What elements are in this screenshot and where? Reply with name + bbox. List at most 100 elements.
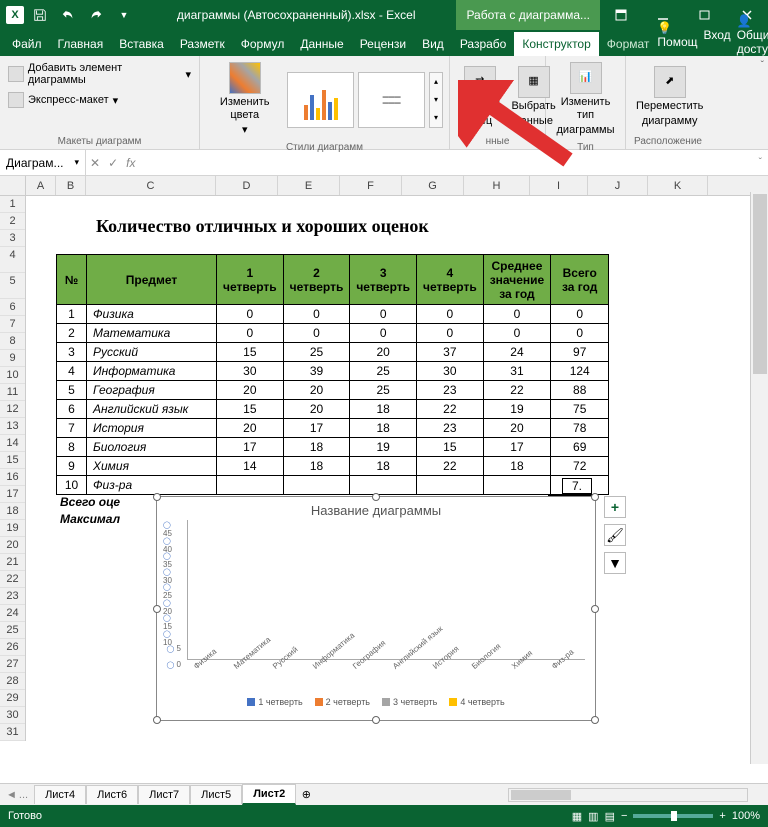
sheet-tab-1[interactable]: Лист6 [86,785,138,804]
chart-handle-br[interactable] [591,716,599,724]
horizontal-scrollbar[interactable] [508,788,748,802]
tab-data[interactable]: Данные [292,32,351,56]
sheet-tab-3[interactable]: Лист5 [190,785,242,804]
total-row-2: Максимал [60,512,120,526]
zoom-level[interactable]: 100% [732,810,760,822]
change-colors-button[interactable]: Изменить цвета▾ [206,60,283,140]
chart-handle-bm[interactable] [372,716,380,724]
data-table: № Предмет 1 четверть 2 четверть 3 четвер… [56,254,609,495]
vertical-scrollbar[interactable] [750,192,768,764]
name-box[interactable]: Диаграм... ▾ [0,150,86,175]
add-sheet-button[interactable]: ⊕ [296,788,316,801]
zoom-out-button[interactable]: − [621,810,627,822]
change-chart-type-button[interactable]: 📊Изменить типдиаграммы [552,60,619,140]
signin-button[interactable]: Вход [704,28,731,42]
sheet-nav-dots[interactable]: ... [19,789,28,801]
x-axis-labels: ФизикаМатематикаРусскийИнформатикаГеогра… [157,660,595,673]
col-d[interactable]: D [216,176,278,195]
sheet-tab-4[interactable]: Лист2 [242,784,296,805]
tab-home[interactable]: Главная [50,32,112,56]
th-q4: 4 четверть [417,255,484,305]
chart-handle-tm[interactable] [372,493,380,501]
redo-button[interactable] [84,3,108,27]
chart-style-1[interactable] [287,72,354,128]
col-a[interactable]: A [26,176,56,195]
sheet-tab-0[interactable]: Лист4 [34,785,86,804]
th-q1: 1 четверть [217,255,284,305]
chart-filters-button[interactable]: ▼ [604,552,626,574]
zoom-slider[interactable] [633,814,713,818]
th-num: № [57,255,87,305]
file-title: диаграммы (Автосохраненный).xlsx - Excel [177,8,416,22]
sheet-tabs: ◄ ... Лист4 Лист6 Лист7 Лист5 Лист2 ⊕ [0,783,768,805]
formula-bar: Диаграм... ▾ ✕ ✓ fx ˇ [0,150,768,176]
save-button[interactable] [28,3,52,27]
tab-view[interactable]: Вид [414,32,452,56]
switch-icon: ⇄ [464,66,496,98]
accept-formula-button[interactable]: ✓ [108,156,118,170]
col-e[interactable]: E [278,176,340,195]
context-tab-title: Работа с диаграмма... [456,0,600,30]
chart-handle-tr[interactable] [591,493,599,501]
status-ready: Готово [8,810,42,822]
col-j[interactable]: J [588,176,648,195]
collapse-ribbon-button[interactable]: ˇ [761,60,764,71]
cancel-formula-button[interactable]: ✕ [90,156,100,170]
col-h[interactable]: H [464,176,530,195]
view-normal-button[interactable]: ▦ [572,810,582,823]
zoom-in-button[interactable]: + [719,810,725,822]
group-data-label: нные [456,134,539,147]
tab-insert[interactable]: Вставка [111,32,172,56]
help-button[interactable]: 💡 Помощ [657,21,697,49]
chart-plot[interactable]: ◯ 45◯ 40◯ 35◯ 30◯ 25◯ 20◯ 15◯ 10◯ 5◯ 0 [157,520,595,660]
add-chart-element-button[interactable]: Добавить элемент диаграммы ▾ [6,60,193,88]
tab-design[interactable]: Конструктор [514,32,598,56]
grid[interactable]: 1234567891011121314151617181920212223242… [0,196,768,768]
sheet-title: Количество отличных и хороших оценок [96,216,429,237]
tab-layout[interactable]: Разметк [172,32,233,56]
chart-legend: 1 четверть 2 четверть 3 четверть 4 четве… [157,673,595,707]
select-all-corner[interactable] [0,176,26,195]
chart-handle-tl[interactable] [153,493,161,501]
chart-styles-button[interactable]: 🖌 [604,524,626,546]
chart-styles-more[interactable]: ▴▾▾ [429,72,443,128]
tab-developer[interactable]: Разрабо [452,32,515,56]
col-b[interactable]: B [56,176,86,195]
chart-style-2[interactable]: ▬▬▬▬▬▬ [358,72,425,128]
tab-file[interactable]: Файл [4,32,50,56]
move-chart-icon: ⬈ [654,66,686,98]
qat-dropdown[interactable]: ▼ [112,3,136,27]
fx-button[interactable]: fx [126,156,135,170]
col-c[interactable]: C [86,176,216,195]
tab-format[interactable]: Формат [599,32,658,56]
col-k[interactable]: K [648,176,708,195]
palette-icon [229,62,261,94]
move-chart-button[interactable]: ⬈Переместитьдиаграмму [632,64,707,130]
col-i[interactable]: I [530,176,588,195]
view-break-button[interactable]: ▤ [605,810,615,823]
tot-v1: 7. [562,478,592,494]
switch-row-column-button[interactable]: ⇄Строка/лбец [456,64,503,130]
view-page-button[interactable]: ▥ [588,810,598,823]
y-axis: ◯ 45◯ 40◯ 35◯ 30◯ 25◯ 20◯ 15◯ 10◯ 5◯ 0 [163,520,183,660]
col-f[interactable]: F [340,176,402,195]
chart-handle-bl[interactable] [153,716,161,724]
total-row-1: Всего оце [60,495,120,509]
quick-layout-button[interactable]: Экспресс-макет ▾ [6,90,120,110]
undo-button[interactable] [56,3,80,27]
share-button[interactable]: 👤 Общий доступ [737,14,768,56]
chart-element-icon [8,66,24,82]
th-avg: Среднее значение за год [483,255,551,305]
chart-elements-button[interactable]: + [604,496,626,518]
ribbon-display-button[interactable] [600,0,642,30]
sheet-tab-2[interactable]: Лист7 [138,785,190,804]
expand-formula-bar[interactable]: ˇ [753,157,768,168]
chart-type-icon: 📊 [570,62,602,94]
tab-formulas[interactable]: Формул [233,32,293,56]
chart[interactable]: Название диаграммы ◯ 45◯ 40◯ 35◯ 30◯ 25◯… [156,496,596,721]
sheet-nav-prev[interactable]: ◄ [6,789,17,801]
tab-review[interactable]: Рецензи [352,32,414,56]
status-bar: Готово ▦ ▥ ▤ − + 100% [0,805,768,827]
th-subject: Предмет [87,255,217,305]
col-g[interactable]: G [402,176,464,195]
